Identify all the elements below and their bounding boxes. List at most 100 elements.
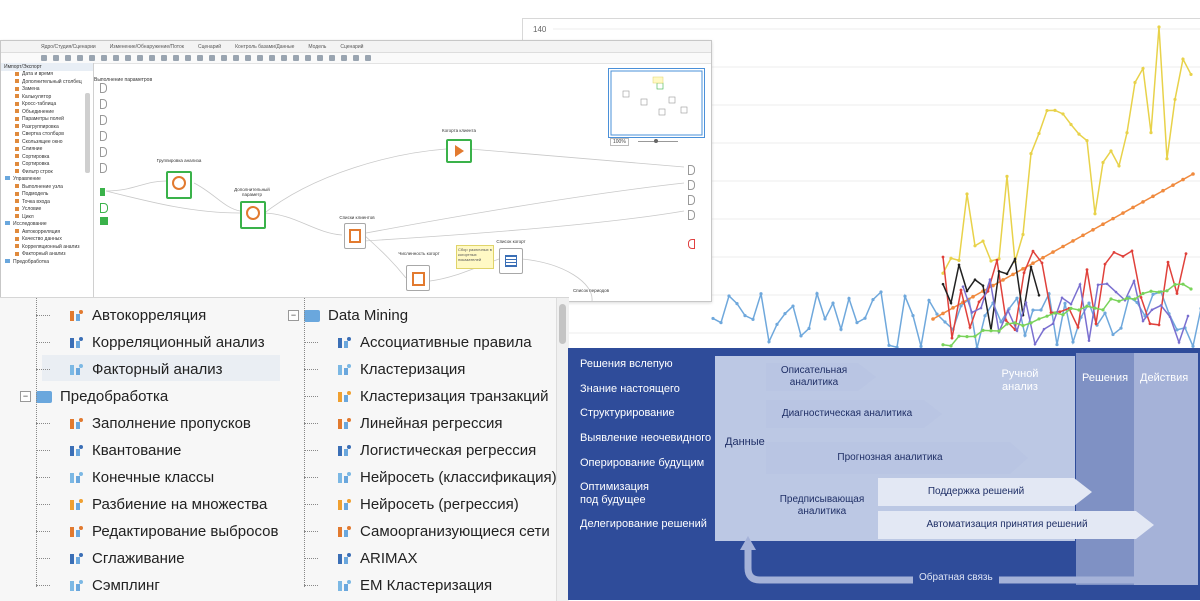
workflow-node[interactable] (499, 248, 523, 274)
sidebar-item[interactable]: Объединение (1, 109, 93, 117)
zoom-slider[interactable] (654, 139, 658, 143)
green-series-point (949, 344, 953, 348)
breadcrumb-item[interactable]: Модель (308, 44, 326, 50)
folder-icon (304, 310, 320, 322)
workflow-node[interactable] (240, 201, 266, 229)
sidebar-item[interactable]: Сортировка (1, 154, 93, 162)
sidebar-item[interactable]: Параметры полей (1, 116, 93, 124)
yellow-series-point (1173, 97, 1177, 102)
toolbar-icon[interactable] (317, 55, 323, 61)
toolbar-icon[interactable] (341, 55, 347, 61)
green-series-point (1093, 306, 1097, 310)
zoom-level[interactable]: 100% (610, 138, 629, 146)
breadcrumb-item[interactable]: Ядро/Студия/Сценарии (41, 44, 96, 50)
manual-analysis-label: Ручной анализ (1001, 368, 1039, 393)
toolbar-icon[interactable] (257, 55, 263, 61)
workflow-node[interactable] (446, 139, 472, 163)
toolbar-icon[interactable] (269, 55, 275, 61)
feedback-loop (740, 536, 1160, 584)
toolbar-icon[interactable] (41, 55, 47, 61)
sidebar-item[interactable]: Автокорреляция (1, 229, 93, 237)
yellow-series-point (989, 259, 993, 263)
toolbar-icon[interactable] (209, 55, 215, 61)
sidebar-group[interactable]: Управление (1, 176, 93, 184)
workflow-node[interactable] (406, 265, 430, 291)
green-series-point (1013, 321, 1017, 325)
correlation-icon (68, 335, 84, 351)
sidebar-item[interactable]: Фильтр строк (1, 169, 93, 177)
collapse-toggle[interactable]: − (20, 391, 31, 402)
orange-series-point (1031, 261, 1035, 266)
sidebar-item[interactable]: Разгруппировка (1, 124, 93, 132)
sidebar-item[interactable]: Свертка столбцов (1, 131, 93, 139)
outliers-icon (68, 524, 84, 540)
toolbar-icon[interactable] (221, 55, 227, 61)
sidebar-item[interactable]: Условие (1, 206, 93, 214)
toolbar-icon[interactable] (53, 55, 59, 61)
yellow-series-point (949, 256, 953, 260)
sidebar-group[interactable]: Предобработка (1, 259, 93, 267)
sidebar-item[interactable]: Замена (1, 86, 93, 94)
green-series-point (1053, 311, 1057, 315)
sidebar-item[interactable]: Выполнение узла (1, 184, 93, 192)
purple-series-point (979, 306, 983, 310)
blue-series-point (799, 334, 803, 338)
workflow-node[interactable] (344, 223, 366, 249)
sidebar-item[interactable]: Подмодель (1, 191, 93, 199)
minimap[interactable] (608, 68, 705, 138)
breadcrumb-item[interactable]: Изменение/Обнаружение/Поток (110, 44, 184, 50)
collapse-toggle[interactable]: − (288, 310, 299, 321)
toolbar-icon[interactable] (113, 55, 119, 61)
green-series-point (1029, 321, 1033, 325)
breadcrumb-item[interactable]: Сценарий (198, 44, 221, 50)
toolbar-icon[interactable] (77, 55, 83, 61)
toolbar-icon[interactable] (101, 55, 107, 61)
toolbar-icon[interactable] (161, 55, 167, 61)
sidebar-item[interactable]: Качество данных (1, 236, 93, 244)
breadcrumb-item[interactable]: Сценарий (340, 44, 363, 50)
toolbar-icon[interactable] (185, 55, 191, 61)
tree-item-label: Кластеризация транзакций (360, 388, 549, 405)
blue-series-point (823, 317, 827, 321)
sidebar-item[interactable]: Цикл (1, 214, 93, 222)
sidebar-item[interactable]: Слияние (1, 146, 93, 154)
orange-series-point (1151, 194, 1155, 199)
sidebar-item[interactable]: Сортировка (1, 161, 93, 169)
sidebar-item[interactable]: Кросс-таблица (1, 101, 93, 109)
toolbar-icon[interactable] (149, 55, 155, 61)
sidebar-group[interactable]: Исследование (1, 221, 93, 229)
sidebar-scrollbar[interactable] (85, 93, 90, 173)
toolbar-icon[interactable] (137, 55, 143, 61)
workflow-node[interactable] (166, 171, 192, 199)
red-series-point (1040, 261, 1044, 265)
sidebar-item[interactable]: Скользящее окно (1, 139, 93, 147)
sidebar-item[interactable]: Дополнительный столбец (1, 79, 93, 87)
toolbar-icon[interactable] (173, 55, 179, 61)
blue-series-point (935, 312, 939, 316)
orange-series-point (951, 306, 955, 310)
toolbar-icon[interactable] (365, 55, 371, 61)
toolbar-icon[interactable] (245, 55, 251, 61)
toolbar-icon[interactable] (89, 55, 95, 61)
purple-series-point (1069, 302, 1073, 306)
orange-series-point (931, 317, 935, 321)
sidebar-item[interactable]: Корреляционный анализ (1, 244, 93, 252)
toolbar-icon[interactable] (329, 55, 335, 61)
toolbar-icon[interactable] (233, 55, 239, 61)
blue-series-point (783, 312, 787, 316)
zoom-bar[interactable]: 100% (608, 137, 703, 147)
toolbar-icon[interactable] (281, 55, 287, 61)
toolbar-icon[interactable] (197, 55, 203, 61)
sidebar-item[interactable]: Дата и время (1, 71, 93, 79)
toolbar-icon[interactable] (65, 55, 71, 61)
toolbar-icon[interactable] (293, 55, 299, 61)
sidebar-item[interactable]: Калькулятор (1, 94, 93, 102)
sidebar-item[interactable]: Факторный анализ (1, 251, 93, 259)
toolbar-icon[interactable] (125, 55, 131, 61)
toolbar-icon[interactable] (353, 55, 359, 61)
yellow-series-point (965, 192, 969, 196)
toolbar-icon[interactable] (305, 55, 311, 61)
black-series-point (949, 301, 953, 305)
breadcrumb-item[interactable]: Контроль базами/Данные (235, 44, 294, 50)
sidebar-item[interactable]: Точка входа (1, 199, 93, 207)
